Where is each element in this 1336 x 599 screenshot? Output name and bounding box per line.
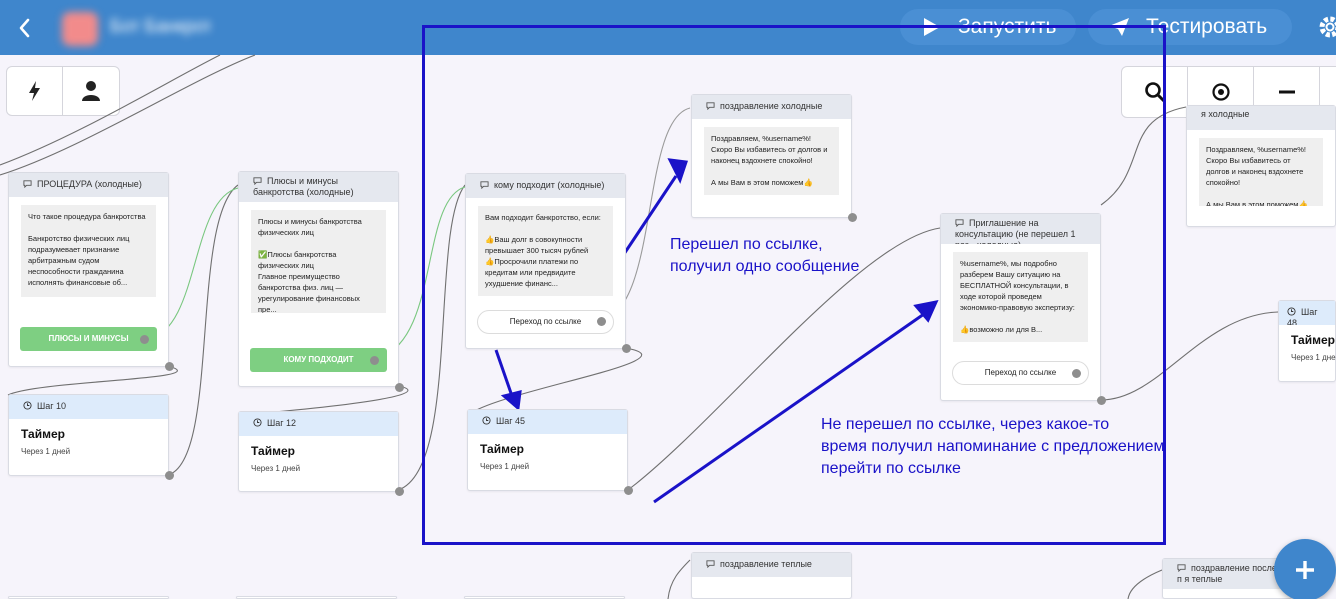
node-header: ПРОЦЕДУРА (холодные) xyxy=(9,173,168,197)
output-port[interactable] xyxy=(165,471,174,480)
timer-delay: Через 1 дней xyxy=(21,447,71,456)
output-port[interactable] xyxy=(140,335,149,344)
node-pros-cons[interactable]: Плюсы и минусы банкротства (холодные) Пл… xyxy=(238,171,404,392)
node-header: Плюсы и минусы банкротства (холодные) xyxy=(239,172,398,202)
node-message: Что такое процедура банкротства Банкротс… xyxy=(21,205,156,297)
timer-name: Таймер xyxy=(21,427,65,441)
node-timer-step48[interactable]: Шаг 48 Таймер Через 1 дней xyxy=(1278,300,1336,382)
output-port[interactable] xyxy=(395,383,404,392)
timer-delay: Через 1 дней xyxy=(1291,353,1336,362)
node-title: я холодные xyxy=(1201,109,1250,119)
node-message: Плюсы и минусы банкротства физических ли… xyxy=(251,210,386,313)
node-header: я холодные xyxy=(1187,106,1335,130)
clock-icon xyxy=(23,401,32,410)
node-message: Поздравляем, %username%! Скоро Вы избави… xyxy=(1199,138,1323,206)
message-icon xyxy=(253,177,262,185)
node-header: поздравление теплые xyxy=(692,553,851,577)
annotation-clicked: Перешел по ссылке, получил одно сообщени… xyxy=(670,236,860,275)
plus-icon xyxy=(1296,561,1314,579)
timer-delay: Через 1 дней xyxy=(251,464,301,473)
suits-button[interactable]: КОМУ ПОДХОДИТ xyxy=(250,348,387,372)
node-timer-step10[interactable]: Шаг 10 Таймер Через 1 дней xyxy=(8,394,174,480)
clock-icon xyxy=(253,418,262,427)
output-port[interactable] xyxy=(395,487,404,496)
pros-cons-button[interactable]: ПЛЮСЫ И МИНУСЫ xyxy=(20,327,157,351)
node-title: Шаг 12 xyxy=(267,418,297,428)
node-header: Шаг 12 xyxy=(239,412,398,436)
node-congrats-warm[interactable]: поздравление теплые xyxy=(691,552,852,599)
node-title: поздравление теплые xyxy=(720,559,812,569)
clock-icon xyxy=(1287,307,1296,316)
message-icon xyxy=(1177,564,1186,572)
node-header: Шаг 10 xyxy=(9,395,168,419)
annotation-not-clicked: Не перешел по ссылке, через какое-то вре… xyxy=(821,416,1165,477)
timer-name: Таймер xyxy=(251,444,295,458)
output-port[interactable] xyxy=(370,356,379,365)
node-timer-step12[interactable]: Шаг 12 Таймер Через 1 дней xyxy=(238,411,404,496)
node-title: поздравление после п я теплые xyxy=(1177,563,1277,584)
timer-name: Таймер xyxy=(1291,333,1335,347)
add-block-button[interactable] xyxy=(1274,539,1336,599)
node-header: поздравление после п я теплые xyxy=(1163,559,1291,589)
output-port[interactable] xyxy=(165,362,174,371)
node-procedure[interactable]: ПРОЦЕДУРА (холодные) Что такое процедура… xyxy=(8,172,174,371)
node-title: ПРОЦЕДУРА (холодные) xyxy=(37,179,142,189)
node-congrats-after[interactable]: поздравление после п я теплые xyxy=(1162,558,1292,599)
node-congrats-cold-right[interactable]: я холодные Поздравляем, %username%! Скор… xyxy=(1186,105,1336,227)
node-title: Плюсы и минусы банкротства (холодные) xyxy=(253,176,354,197)
node-title: Шаг 10 xyxy=(37,401,67,411)
node-header: Шаг 48 xyxy=(1279,301,1335,325)
message-icon xyxy=(23,180,32,188)
message-icon xyxy=(706,560,715,568)
